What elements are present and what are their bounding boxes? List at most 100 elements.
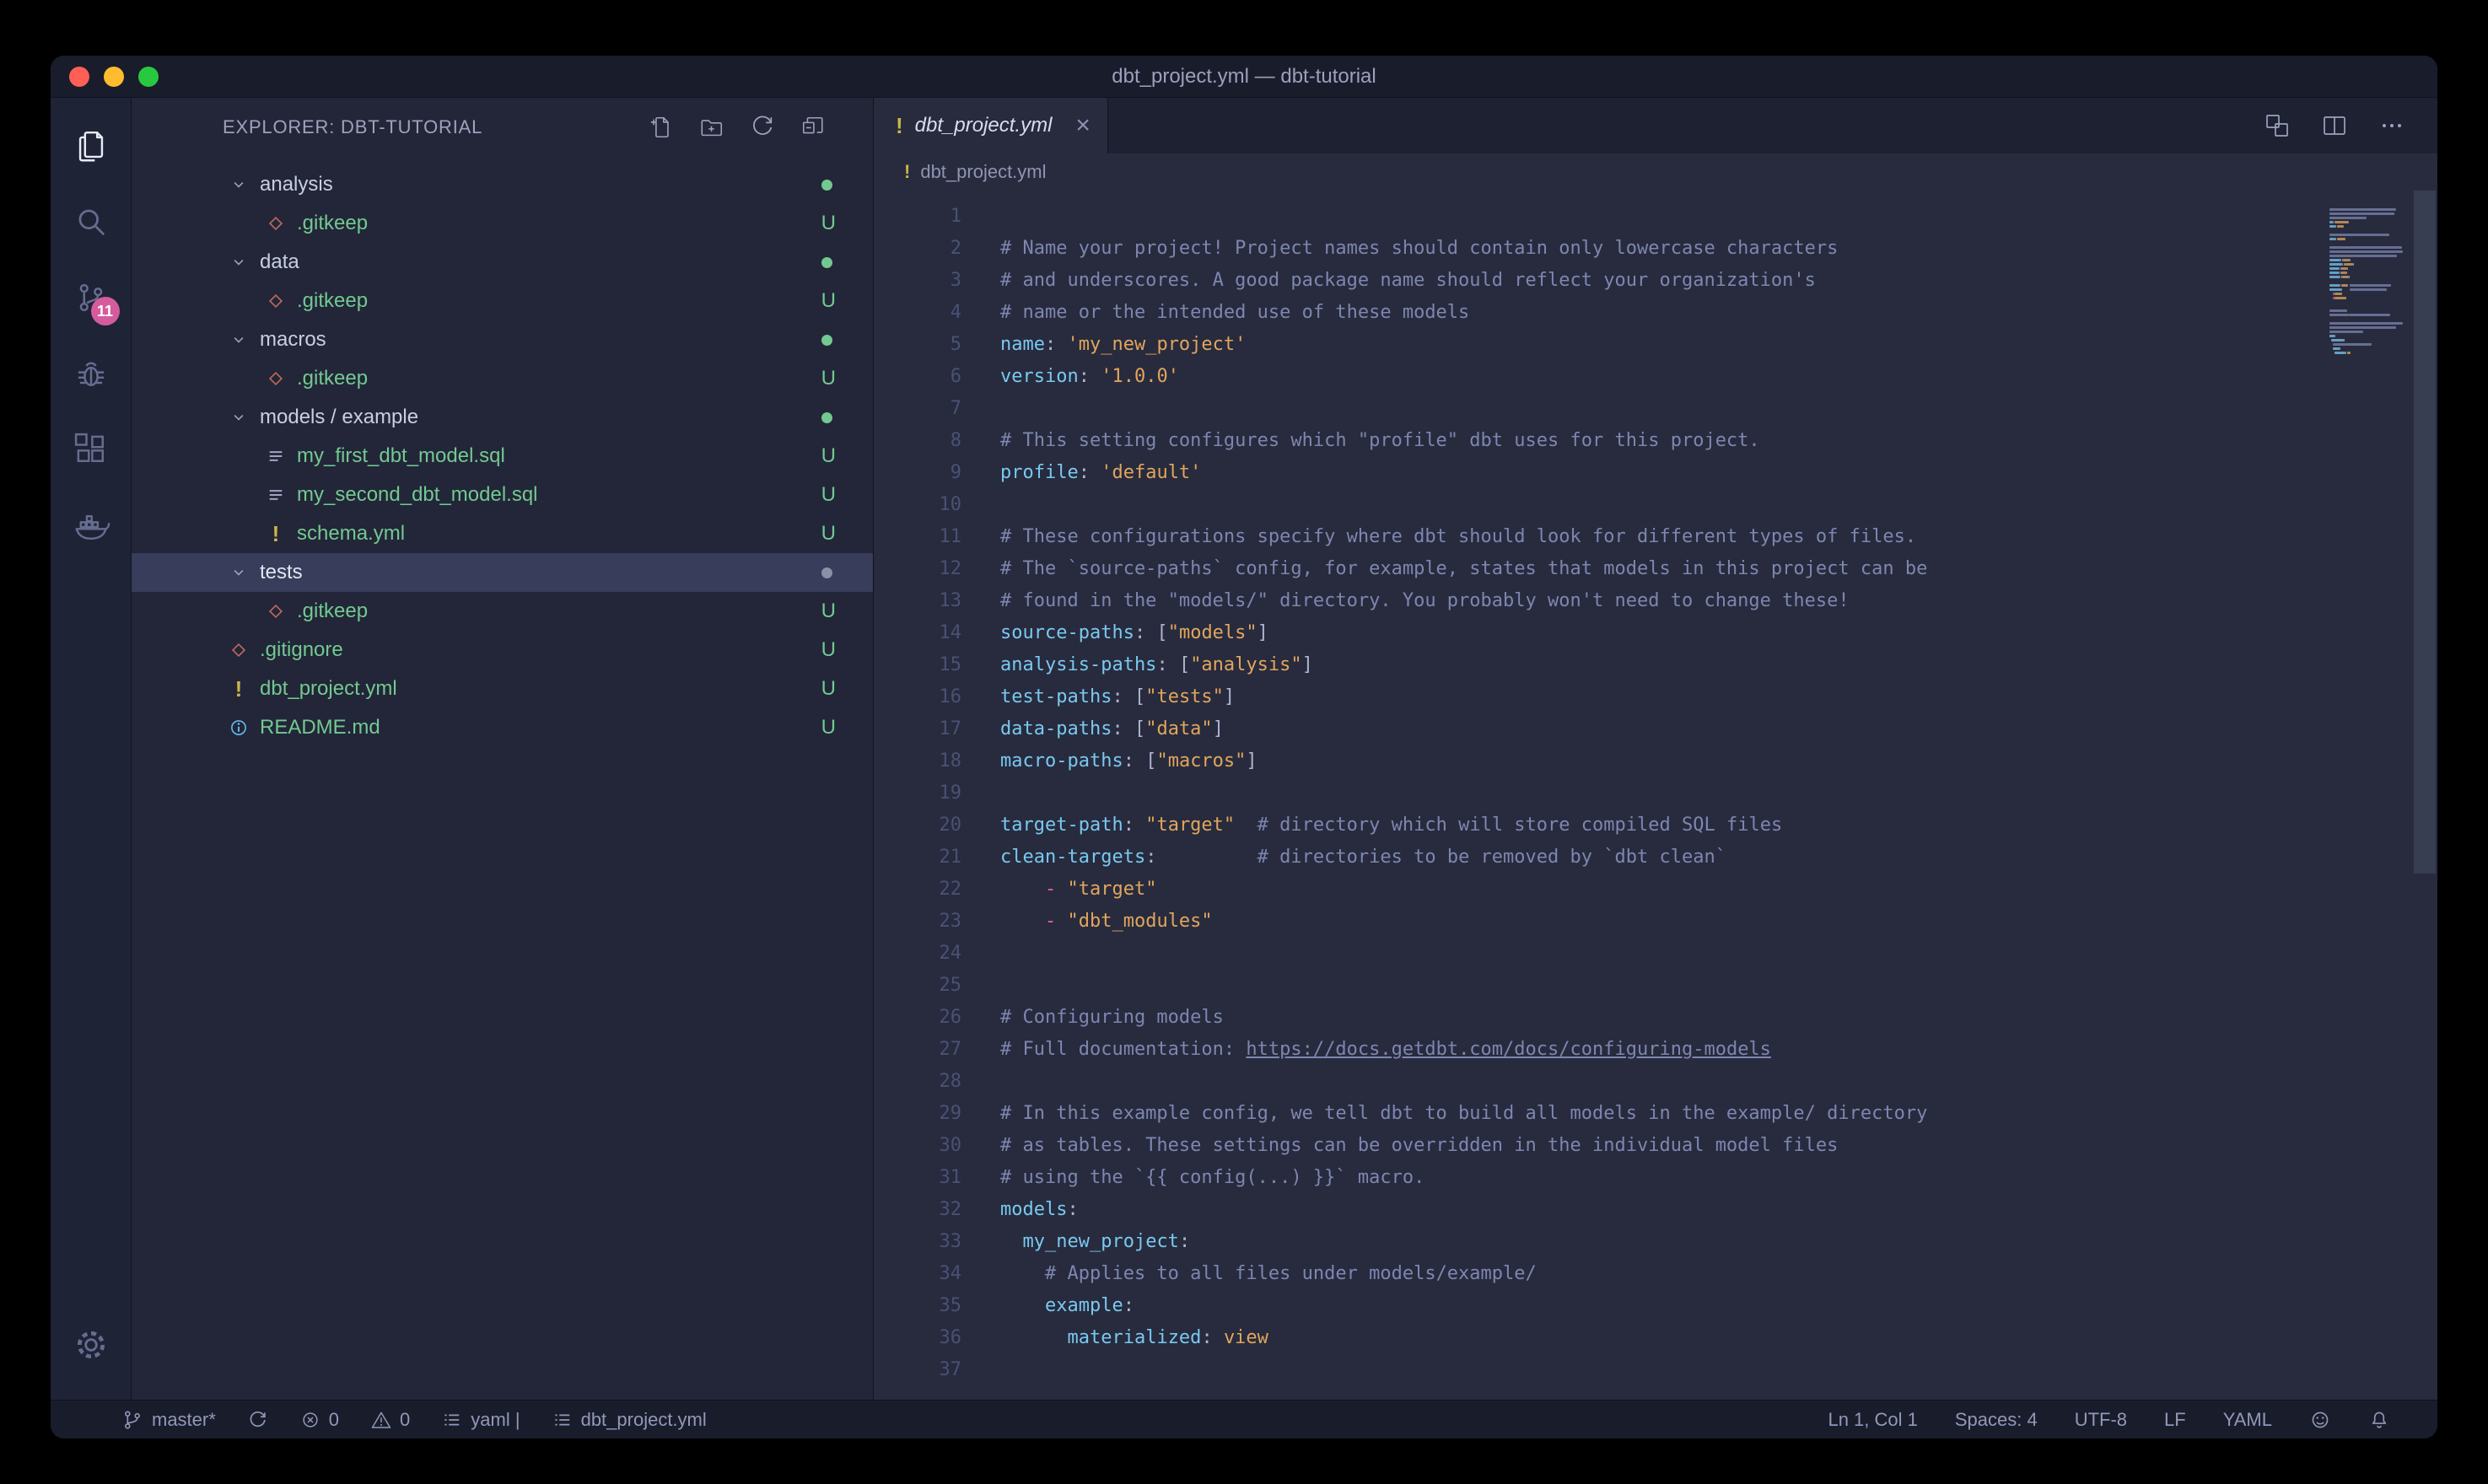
code-line-16[interactable]: 16test-paths: ["tests"] <box>874 681 2329 713</box>
code-line-25[interactable]: 25 <box>874 970 2329 1002</box>
line-number[interactable]: 3 <box>874 265 961 297</box>
line-number[interactable]: 37 <box>874 1354 961 1386</box>
status-language-mode[interactable]: YAML <box>2223 1409 2272 1431</box>
status-feedback[interactable] <box>2309 1409 2331 1431</box>
line-number[interactable]: 24 <box>874 938 961 970</box>
tree-file-.gitkeep[interactable]: .gitkeepU <box>132 282 873 320</box>
code-line-10[interactable]: 10 <box>874 489 2329 521</box>
activity-source-control[interactable]: 11 <box>51 260 132 336</box>
code-line-12[interactable]: 12# The `source-paths` config, for examp… <box>874 553 2329 585</box>
tree-folder-tests[interactable]: tests <box>132 553 873 592</box>
minimap[interactable] <box>2329 191 2410 1400</box>
more-actions-icon[interactable] <box>2378 112 2405 139</box>
code-line-34[interactable]: 34 # Applies to all files under models/e… <box>874 1258 2329 1290</box>
close-tab-icon[interactable]: × <box>1075 113 1091 138</box>
status-warnings[interactable]: 0 <box>371 1409 410 1431</box>
close-window-button[interactable] <box>69 67 89 87</box>
code-line-9[interactable]: 9profile: 'default' <box>874 457 2329 489</box>
line-number[interactable]: 22 <box>874 874 961 906</box>
code-line-29[interactable]: 29# In this example config, we tell dbt … <box>874 1098 2329 1130</box>
code-line-6[interactable]: 6version: '1.0.0' <box>874 361 2329 393</box>
code-line-8[interactable]: 8# This setting configures which "profil… <box>874 425 2329 457</box>
line-number[interactable]: 25 <box>874 970 961 1002</box>
tree-file-.gitkeep[interactable]: .gitkeepU <box>132 592 873 631</box>
activity-debug[interactable] <box>51 336 132 411</box>
zoom-window-button[interactable] <box>138 67 159 87</box>
tree-file-dbt-project.yml[interactable]: !dbt_project.ymlU <box>132 669 873 708</box>
line-number[interactable]: 4 <box>874 297 961 329</box>
line-number[interactable]: 32 <box>874 1194 961 1226</box>
line-number[interactable]: 34 <box>874 1258 961 1290</box>
status-active-file[interactable]: dbt_project.yml <box>552 1409 707 1431</box>
status-notifications[interactable] <box>2368 1409 2390 1431</box>
code-line-30[interactable]: 30# as tables. These settings can be ove… <box>874 1130 2329 1162</box>
line-number[interactable]: 11 <box>874 521 961 553</box>
line-number[interactable]: 35 <box>874 1290 961 1322</box>
line-number[interactable]: 5 <box>874 329 961 361</box>
tree-file-.gitkeep[interactable]: .gitkeepU <box>132 204 873 243</box>
code-line-11[interactable]: 11# These configurations specify where d… <box>874 521 2329 553</box>
editor-scrollbar[interactable] <box>2410 191 2437 1400</box>
new-file-icon[interactable] <box>649 115 674 140</box>
line-number[interactable]: 8 <box>874 425 961 457</box>
line-number[interactable]: 30 <box>874 1130 961 1162</box>
code-line-28[interactable]: 28 <box>874 1066 2329 1098</box>
activity-settings[interactable] <box>51 1307 132 1383</box>
line-number[interactable]: 16 <box>874 681 961 713</box>
line-number[interactable]: 36 <box>874 1322 961 1354</box>
minimize-window-button[interactable] <box>104 67 124 87</box>
code-line-22[interactable]: 22 - "target" <box>874 874 2329 906</box>
tree-file-schema.yml[interactable]: !schema.ymlU <box>132 514 873 553</box>
status-sync[interactable] <box>248 1410 268 1430</box>
line-number[interactable]: 14 <box>874 617 961 649</box>
code-line-18[interactable]: 18macro-paths: ["macros"] <box>874 745 2329 777</box>
line-number[interactable]: 13 <box>874 585 961 617</box>
refresh-icon[interactable] <box>750 115 775 140</box>
line-number[interactable]: 7 <box>874 393 961 425</box>
code-line-19[interactable]: 19 <box>874 777 2329 809</box>
code-line-15[interactable]: 15analysis-paths: ["analysis"] <box>874 649 2329 681</box>
tree-file-my-second-dbt-model.sql[interactable]: my_second_dbt_model.sqlU <box>132 476 873 514</box>
code-line-13[interactable]: 13# found in the "models/" directory. Yo… <box>874 585 2329 617</box>
code-line-20[interactable]: 20target-path: "target" # directory whic… <box>874 809 2329 841</box>
status-eol[interactable]: LF <box>2164 1409 2186 1431</box>
code-line-24[interactable]: 24 <box>874 938 2329 970</box>
status-git-branch[interactable]: master* <box>121 1409 216 1431</box>
collapse-all-icon[interactable] <box>800 115 826 140</box>
breadcrumb[interactable]: ! dbt_project.yml <box>874 153 2437 191</box>
status-indentation[interactable]: Spaces: 4 <box>1955 1409 2038 1431</box>
code-line-36[interactable]: 36 materialized: view <box>874 1322 2329 1354</box>
split-editor-icon[interactable] <box>2321 112 2348 139</box>
code-line-3[interactable]: 3# and underscores. A good package name … <box>874 265 2329 297</box>
line-number[interactable]: 29 <box>874 1098 961 1130</box>
tree-folder-analysis[interactable]: analysis <box>132 165 873 204</box>
activity-explorer[interactable] <box>51 108 132 184</box>
status-cursor-position[interactable]: Ln 1, Col 1 <box>1828 1409 1917 1431</box>
code-line-2[interactable]: 2# Name your project! Project names shou… <box>874 233 2329 265</box>
line-number[interactable]: 23 <box>874 906 961 938</box>
line-number[interactable]: 18 <box>874 745 961 777</box>
code-line-4[interactable]: 4# name or the intended use of these mod… <box>874 297 2329 329</box>
tree-file-.gitignore[interactable]: .gitignoreU <box>132 631 873 669</box>
line-number[interactable]: 17 <box>874 713 961 745</box>
code-line-23[interactable]: 23 - "dbt_modules" <box>874 906 2329 938</box>
new-folder-icon[interactable] <box>699 115 724 140</box>
status-yaml-schema[interactable]: yaml | <box>442 1409 520 1431</box>
line-number[interactable]: 26 <box>874 1002 961 1034</box>
activity-search[interactable] <box>51 184 132 260</box>
tree-file-readme.md[interactable]: README.mdU <box>132 708 873 747</box>
code-line-1[interactable]: 1 <box>874 201 2329 233</box>
line-number[interactable]: 6 <box>874 361 961 393</box>
tree-file-.gitkeep[interactable]: .gitkeepU <box>132 359 873 398</box>
line-number[interactable]: 19 <box>874 777 961 809</box>
tree-folder-data[interactable]: data <box>132 243 873 282</box>
line-number[interactable]: 12 <box>874 553 961 585</box>
line-number[interactable]: 20 <box>874 809 961 841</box>
code-line-14[interactable]: 14source-paths: ["models"] <box>874 617 2329 649</box>
line-number[interactable]: 2 <box>874 233 961 265</box>
code-line-32[interactable]: 32models: <box>874 1194 2329 1226</box>
line-number[interactable]: 9 <box>874 457 961 489</box>
code-line-17[interactable]: 17data-paths: ["data"] <box>874 713 2329 745</box>
line-number[interactable]: 21 <box>874 841 961 874</box>
code-line-26[interactable]: 26# Configuring models <box>874 1002 2329 1034</box>
